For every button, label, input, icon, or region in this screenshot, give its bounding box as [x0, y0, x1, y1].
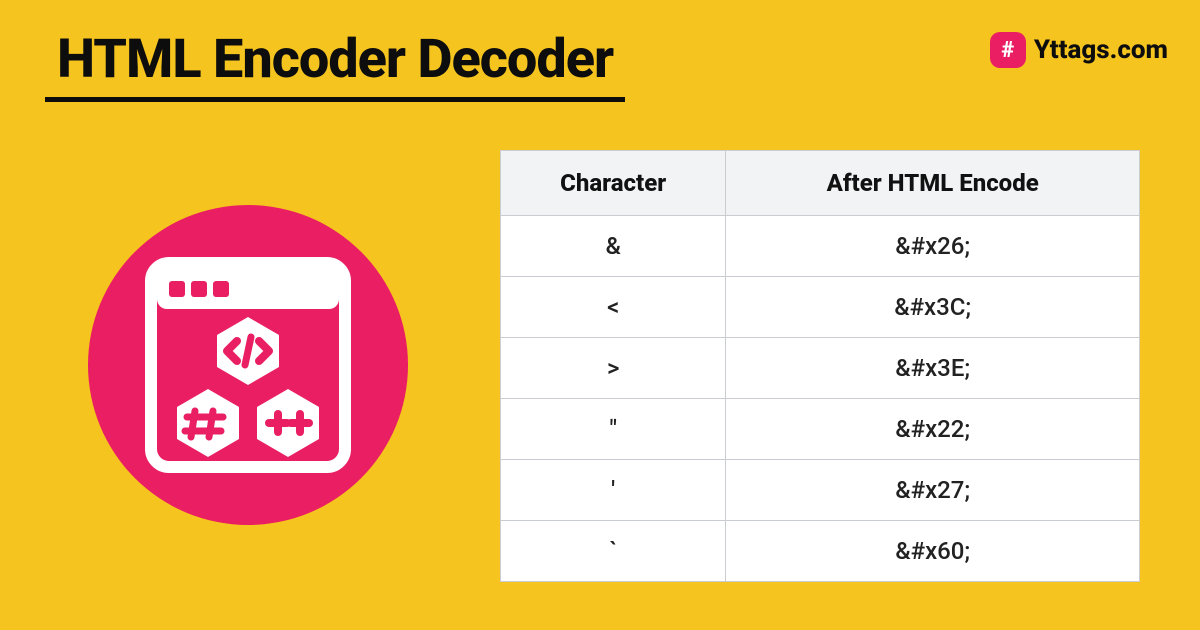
- cell-encoded: &#x22;: [726, 399, 1140, 460]
- hashtag-icon: #: [990, 32, 1026, 68]
- cell-character: >: [501, 338, 726, 399]
- table-row: ` &#x60;: [501, 521, 1140, 582]
- table-header-row: Character After HTML Encode: [501, 151, 1140, 216]
- cell-encoded: &#x3E;: [726, 338, 1140, 399]
- page-title: HTML Encoder Decoder: [45, 28, 625, 102]
- table-row: < &#x3C;: [501, 277, 1140, 338]
- cell-encoded: &#x27;: [726, 460, 1140, 521]
- cell-character: &: [501, 216, 726, 277]
- encode-table: Character After HTML Encode & &#x26; < &…: [500, 150, 1140, 582]
- column-header-encoded: After HTML Encode: [726, 151, 1140, 216]
- cell-encoded: &#x26;: [726, 216, 1140, 277]
- cell-encoded: &#x3C;: [726, 277, 1140, 338]
- encoder-icon: [88, 205, 408, 525]
- code-window-icon: [143, 255, 353, 475]
- column-header-character: Character: [501, 151, 726, 216]
- cell-character: `: [501, 521, 726, 582]
- cell-character: ': [501, 460, 726, 521]
- brand-text: Yttags.com: [1034, 35, 1168, 65]
- table-row: " &#x22;: [501, 399, 1140, 460]
- cell-character: ": [501, 399, 726, 460]
- cell-encoded: &#x60;: [726, 521, 1140, 582]
- cell-character: <: [501, 277, 726, 338]
- brand-logo: # Yttags.com: [990, 32, 1168, 68]
- table-row: & &#x26;: [501, 216, 1140, 277]
- table-row: > &#x3E;: [501, 338, 1140, 399]
- table-row: ' &#x27;: [501, 460, 1140, 521]
